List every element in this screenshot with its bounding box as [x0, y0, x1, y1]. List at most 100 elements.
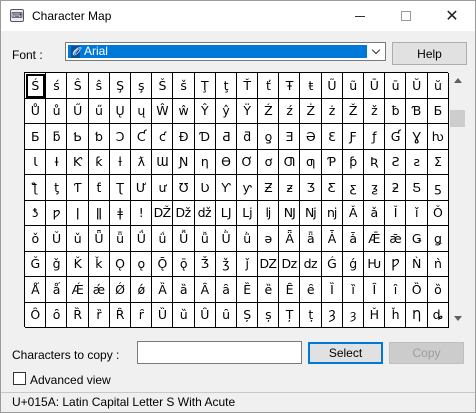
character-cell[interactable]: ǒ	[25, 226, 47, 252]
character-cell[interactable]: Ȃ	[194, 277, 216, 303]
character-cell[interactable]: Б	[25, 124, 47, 150]
character-cell[interactable]: ǉ	[258, 200, 280, 226]
character-cell[interactable]: ƪ	[25, 175, 47, 201]
character-cell[interactable]: ƽ	[427, 175, 449, 201]
character-cell[interactable]: ȁ	[173, 277, 195, 303]
character-cell[interactable]: ȝ	[342, 302, 364, 328]
character-cell[interactable]: ȅ	[258, 277, 280, 303]
character-cell[interactable]: Ů	[25, 98, 47, 124]
character-cell[interactable]: Ţ	[194, 73, 216, 99]
character-cell[interactable]: š	[173, 73, 195, 99]
font-dropdown[interactable]: 𝒪 Arial	[65, 42, 386, 61]
character-cell[interactable]: Ʊ	[173, 175, 195, 201]
character-cell[interactable]: Ǵ	[321, 251, 343, 277]
character-cell[interactable]: Ɵ	[215, 149, 237, 175]
character-cell[interactable]: Ȓ	[109, 302, 131, 328]
character-cell[interactable]: Ƒ	[342, 124, 364, 150]
character-cell[interactable]: ǡ	[342, 226, 364, 252]
character-cell[interactable]: Ȟ	[364, 302, 386, 328]
character-cell[interactable]: Ƙ	[67, 149, 89, 175]
character-cell[interactable]: ŭ	[427, 73, 449, 99]
character-cell[interactable]: Ǚ	[173, 226, 195, 252]
character-cell[interactable]: Ə	[300, 124, 322, 150]
minimize-button[interactable]	[337, 1, 383, 31]
character-cell[interactable]: ȋ	[385, 277, 407, 303]
character-cell[interactable]: ȏ	[46, 302, 68, 328]
character-cell[interactable]: Ɛ	[321, 124, 343, 150]
character-cell[interactable]: Ǣ	[364, 226, 386, 252]
character-cell[interactable]: ǝ	[258, 226, 280, 252]
character-cell[interactable]: Ű	[67, 98, 89, 124]
character-cell[interactable]: ǵ	[342, 251, 364, 277]
character-cell[interactable]: ƺ	[364, 175, 386, 201]
character-cell[interactable]: ǿ	[130, 277, 153, 303]
character-cell[interactable]: Ɔ	[109, 124, 131, 150]
character-cell[interactable]: ơ	[258, 149, 280, 175]
character-cell[interactable]: ț	[300, 302, 322, 328]
character-cell[interactable]: ǎ	[364, 200, 386, 226]
character-cell[interactable]: ƈ	[152, 124, 174, 150]
character-cell[interactable]: Ș	[236, 302, 259, 328]
character-cell[interactable]: Ƕ	[364, 251, 386, 277]
character-cell[interactable]: Ɩ	[25, 149, 47, 175]
character-cell[interactable]: Ɓ	[406, 98, 428, 124]
character-cell[interactable]: Ɲ	[173, 149, 195, 175]
character-cell[interactable]: Ɗ	[194, 124, 216, 150]
character-cell[interactable]: Ǖ	[88, 226, 110, 252]
character-cell[interactable]: Ƿ	[385, 251, 407, 277]
character-cell[interactable]: ǔ	[67, 226, 89, 252]
character-cell[interactable]: Ǝ	[279, 124, 301, 150]
character-cell[interactable]: ŧ	[300, 73, 322, 99]
scroll-down-button[interactable]	[449, 310, 466, 327]
character-cell[interactable]: Ǆ	[152, 200, 174, 226]
character-cell[interactable]: ȇ	[300, 277, 322, 303]
character-cell[interactable]: Ȍ	[406, 277, 428, 303]
character-cell[interactable]: ƹ	[342, 175, 364, 201]
character-cell[interactable]: Ǐ	[385, 200, 407, 226]
character-cell[interactable]: ƿ	[46, 200, 68, 226]
help-button[interactable]: Help	[392, 42, 467, 65]
character-cell[interactable]: Ũ	[321, 73, 343, 99]
character-cell[interactable]: Ǌ	[279, 200, 301, 226]
character-cell[interactable]: ƅ	[88, 124, 110, 150]
character-cell[interactable]: Ǩ	[67, 251, 89, 277]
character-cell[interactable]: ŷ	[215, 98, 237, 124]
character-cell[interactable]: ȍ	[427, 277, 449, 303]
character-cell[interactable]: Ɯ	[152, 149, 174, 175]
character-cell[interactable]: ų	[130, 98, 153, 124]
character-cell[interactable]: Ɖ	[173, 124, 195, 150]
character-cell[interactable]: Ƌ	[215, 124, 237, 150]
character-cell[interactable]: ǅ	[173, 200, 195, 226]
character-cell[interactable]: ƍ	[258, 124, 280, 150]
character-cell[interactable]: Ǭ	[152, 251, 174, 277]
character-cell[interactable]: ǜ	[236, 226, 259, 252]
character-cell[interactable]: Ŧ	[279, 73, 301, 99]
character-cell[interactable]: ȓ	[130, 302, 153, 328]
character-cell[interactable]: Ƃ	[427, 98, 449, 124]
character-cell[interactable]: ƛ	[130, 149, 153, 175]
character-cell[interactable]: ƨ	[406, 149, 428, 175]
scroll-thumb[interactable]	[450, 110, 465, 127]
character-cell[interactable]: ũ	[342, 73, 364, 99]
character-cell[interactable]: Ʈ	[109, 175, 131, 201]
character-cell[interactable]: ƃ	[46, 124, 68, 150]
character-cell[interactable]: Ƹ	[321, 175, 343, 201]
copy-button[interactable]: Copy	[389, 342, 464, 364]
character-cell[interactable]: Ȝ	[321, 302, 343, 328]
character-cell[interactable]: Ȅ	[236, 277, 259, 303]
character-cell[interactable]: Ų	[109, 98, 131, 124]
character-cell[interactable]: ǃ	[130, 200, 153, 226]
character-cell[interactable]: ǳ	[300, 251, 322, 277]
character-cell[interactable]: Ŷ	[194, 98, 216, 124]
character-cell[interactable]: ƞ	[194, 149, 216, 175]
character-cell[interactable]: Ȗ	[194, 302, 216, 328]
character-cell[interactable]: ƚ	[109, 149, 131, 175]
character-cell[interactable]: ǌ	[321, 200, 343, 226]
character-cell[interactable]: ů	[46, 98, 68, 124]
character-cell[interactable]: ǽ	[88, 277, 110, 303]
character-cell[interactable]: ǖ	[109, 226, 131, 252]
character-cell[interactable]: ƥ	[342, 149, 364, 175]
character-cell[interactable]: Ŭ	[406, 73, 428, 99]
character-cell[interactable]: ǣ	[385, 226, 407, 252]
select-button[interactable]: Select	[308, 342, 383, 364]
